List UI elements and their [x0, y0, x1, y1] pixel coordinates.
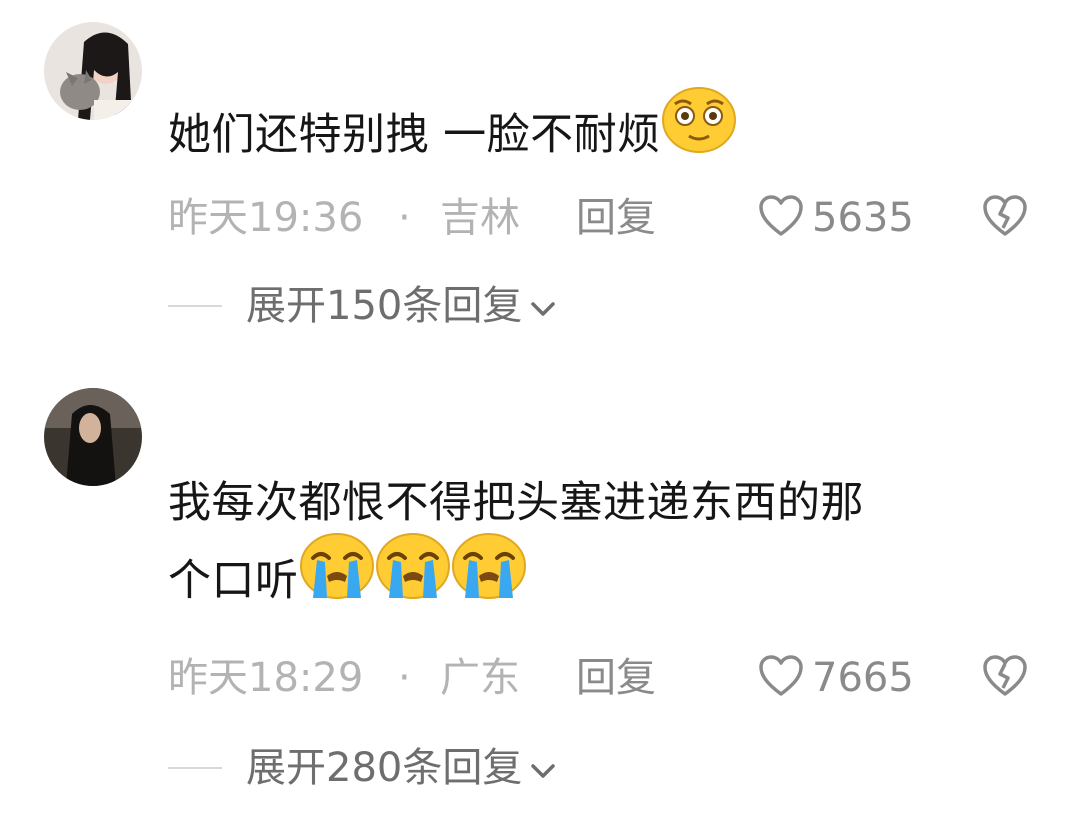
divider-line [168, 305, 222, 307]
comment-time: 昨天18:29 [168, 655, 364, 701]
chevron-down-icon [531, 302, 556, 316]
comment-meta: 昨天19:36 · 吉林 回复 5635 [168, 188, 1048, 248]
comment-content: 我每次都恨不得把头塞进递东西的那 个口听 [168, 464, 1038, 625]
comment-text-line-2-wrap: 个口听 [168, 533, 1038, 625]
like-button[interactable] [758, 654, 804, 708]
like-count: 7665 [812, 655, 914, 701]
reply-button[interactable]: 回复 [576, 188, 656, 248]
avatar[interactable] [44, 22, 142, 120]
loudly-crying-face-emoji-icon [451, 532, 527, 625]
loudly-crying-face-emoji-icon [375, 532, 451, 625]
comment-text: 她们还特别拽 一脸不耐烦 [168, 110, 661, 160]
comment-location: 吉林 [440, 195, 520, 241]
meta-separator: · [398, 195, 411, 241]
meta-separator: · [398, 655, 411, 701]
expand-replies-button[interactable]: 展开150条回复 [168, 276, 556, 336]
chevron-down-icon [531, 764, 556, 778]
expand-replies-label: 展开280条回复 [246, 745, 523, 791]
flushed-face-emoji-icon [661, 86, 737, 179]
dislike-button[interactable] [982, 194, 1028, 248]
comment-location: 广东 [440, 655, 520, 701]
like-count: 5635 [812, 195, 914, 241]
avatar[interactable] [44, 388, 142, 486]
like-button[interactable] [758, 194, 804, 248]
dislike-button[interactable] [982, 654, 1028, 708]
comment-content: 她们还特别拽 一脸不耐烦 [168, 87, 1038, 179]
reply-button[interactable]: 回复 [576, 648, 656, 708]
heart-outline-icon [759, 195, 803, 236]
comment-list: 她们还特别拽 一脸不耐烦 昨天19:36 · 吉林 回复 5635 展开150条… [0, 0, 1080, 820]
comment-time: 昨天19:36 [168, 195, 364, 241]
broken-heart-icon [983, 195, 1027, 236]
comment-text-line-2: 个口听 [168, 556, 299, 606]
divider-line [168, 767, 222, 769]
heart-outline-icon [759, 655, 803, 696]
expand-replies-label: 展开150条回复 [246, 283, 523, 329]
comment-meta: 昨天18:29 · 广东 回复 7665 [168, 648, 1048, 708]
broken-heart-icon [983, 655, 1027, 696]
expand-replies-button[interactable]: 展开280条回复 [168, 738, 556, 798]
loudly-crying-face-emoji-icon [299, 532, 375, 625]
comment-text-line-1: 我每次都恨不得把头塞进递东西的那 [168, 478, 864, 528]
